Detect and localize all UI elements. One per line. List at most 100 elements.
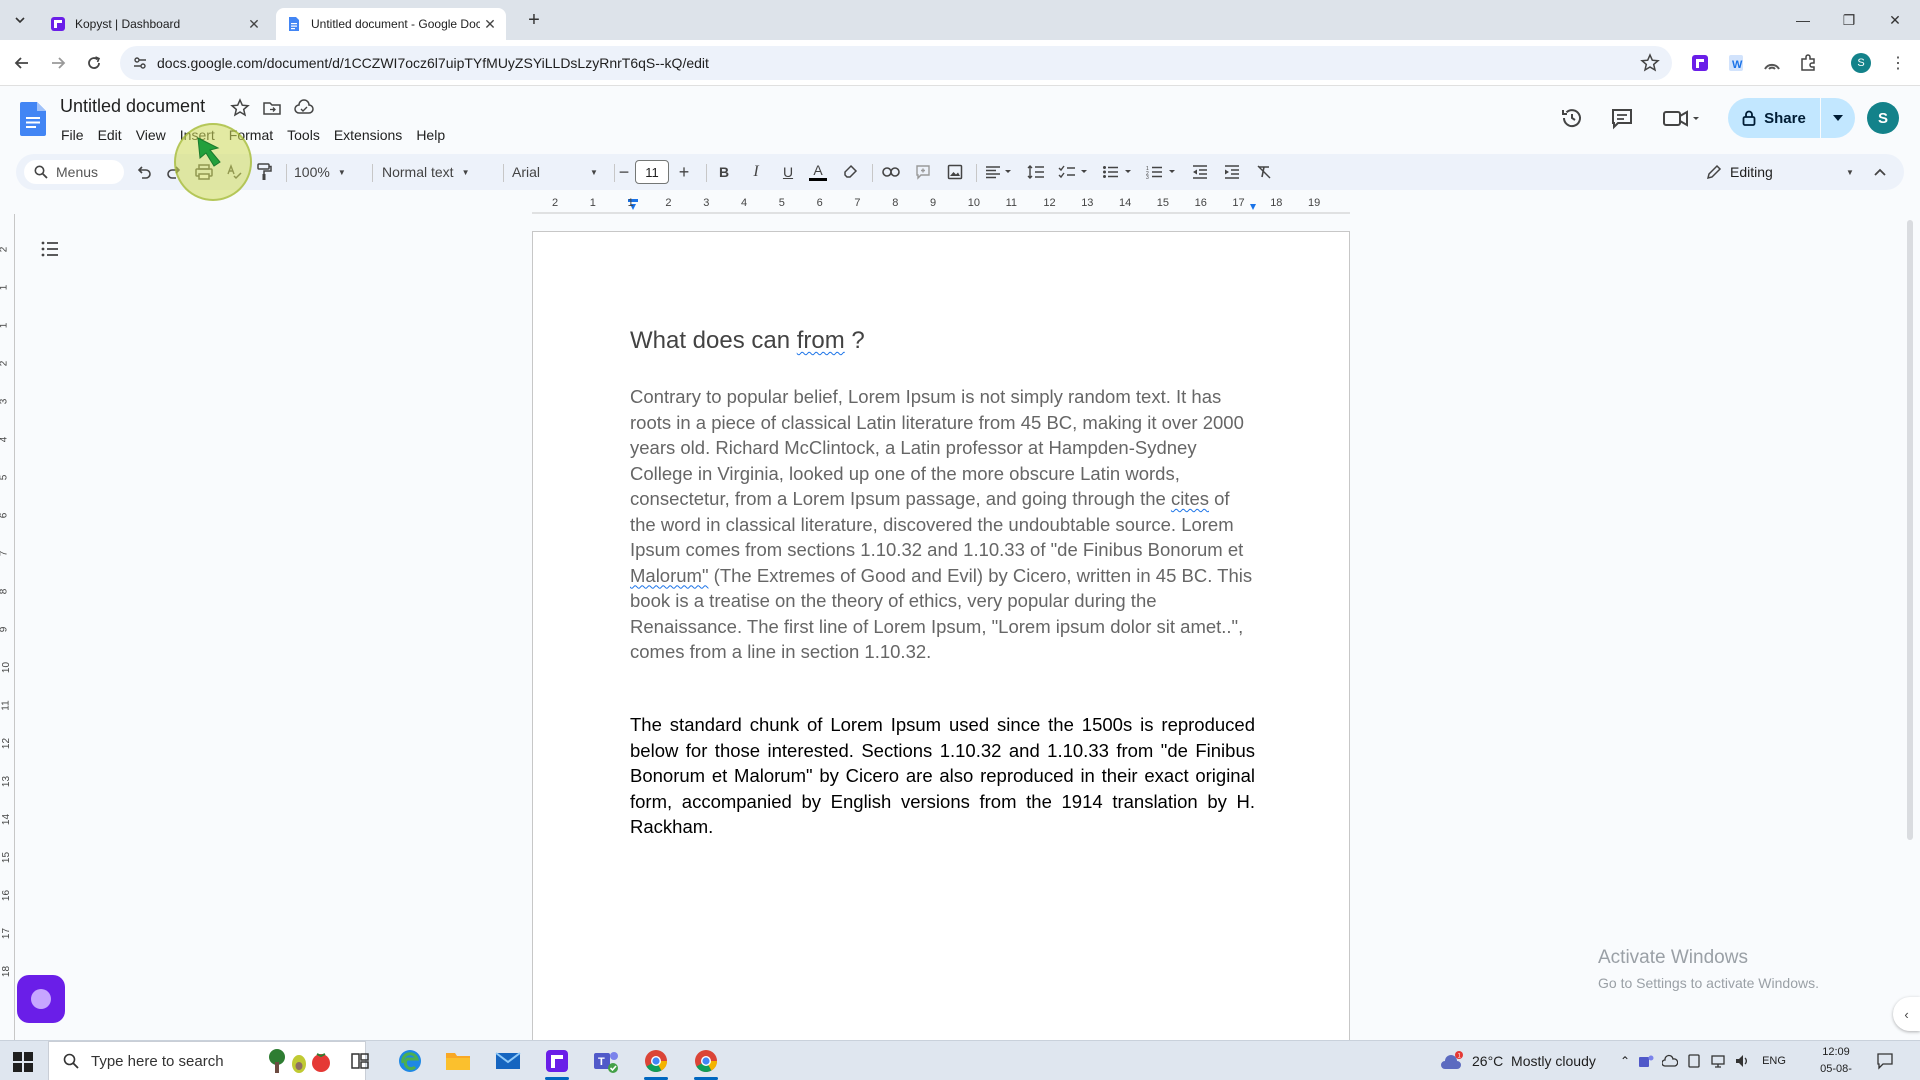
insert-link-button[interactable]: [878, 160, 904, 184]
search-menus-button[interactable]: Menus: [24, 160, 124, 184]
close-tab-icon[interactable]: ✕: [244, 14, 264, 34]
clear-formatting-button[interactable]: [1252, 160, 1276, 184]
text-color-button[interactable]: A: [806, 160, 830, 184]
kopyst-app[interactable]: [541, 1047, 573, 1080]
volume-icon[interactable]: [1734, 1053, 1750, 1069]
paragraph-2[interactable]: The standard chunk of Lorem Ipsum used s…: [630, 712, 1255, 840]
share-dropdown-button[interactable]: [1821, 98, 1855, 138]
search-icon: [63, 1053, 79, 1069]
font-family-select[interactable]: Arial ▼: [512, 160, 608, 184]
close-tab-icon[interactable]: ✕: [480, 14, 500, 34]
teams-app[interactable]: T: [590, 1047, 622, 1075]
site-info-icon[interactable]: [132, 55, 148, 71]
forward-button[interactable]: [46, 51, 70, 75]
bold-button[interactable]: B: [712, 160, 736, 184]
checklist-button[interactable]: [1056, 160, 1092, 184]
hide-menus-button[interactable]: [1868, 160, 1892, 184]
zoom-select[interactable]: 100% ▼: [294, 160, 364, 184]
minimize-button[interactable]: —: [1780, 0, 1826, 40]
misspelled-word[interactable]: from: [797, 327, 845, 354]
document-page[interactable]: What does can from ? Contrary to popular…: [532, 231, 1350, 1060]
tab-kopyst-dashboard[interactable]: Kopyst | Dashboard ✕: [40, 8, 270, 40]
underline-button[interactable]: U: [776, 160, 800, 184]
document-scrollbar[interactable]: [1907, 220, 1913, 840]
menu-help[interactable]: Help: [409, 124, 452, 146]
cloud-saved-icon[interactable]: [294, 98, 314, 118]
teams-tray-icon[interactable]: [1638, 1053, 1654, 1069]
numbered-list-button[interactable]: 123: [1144, 160, 1180, 184]
meet-video-icon[interactable]: [1660, 104, 1704, 132]
comments-icon[interactable]: [1608, 104, 1636, 132]
kopyst-widget-button[interactable]: [17, 975, 65, 1023]
paragraph-1[interactable]: Contrary to popular belief, Lorem Ipsum …: [630, 384, 1255, 665]
paragraph-style-select[interactable]: Normal text ▼: [382, 160, 494, 184]
restore-button[interactable]: ❐: [1826, 0, 1872, 40]
input-language[interactable]: ENG: [1762, 1055, 1786, 1067]
decrease-indent-button[interactable]: [1188, 160, 1212, 184]
address-bar[interactable]: docs.google.com/document/d/1CCZWI7ocz6l7…: [120, 46, 1672, 80]
editing-mode-select[interactable]: Editing ▼: [1706, 160, 1856, 184]
tab-search-button[interactable]: [8, 8, 32, 32]
side-panel-toggle[interactable]: ‹: [1893, 997, 1920, 1031]
bulleted-list-button[interactable]: [1100, 160, 1136, 184]
menu-tools[interactable]: Tools: [280, 124, 327, 146]
new-tab-button[interactable]: +: [520, 8, 548, 32]
onedrive-icon[interactable]: [1662, 1053, 1679, 1069]
line-spacing-button[interactable]: [1024, 160, 1048, 184]
paint-format-button[interactable]: [252, 160, 276, 184]
notifications-button[interactable]: [1876, 1041, 1894, 1080]
decrease-font-size-button[interactable]: −: [612, 160, 636, 184]
misspelled-word[interactable]: cites: [1171, 488, 1209, 509]
notification-icon: [1877, 1053, 1893, 1070]
network-icon[interactable]: [1710, 1053, 1726, 1069]
move-folder-icon[interactable]: [262, 98, 282, 118]
windows-start-icon[interactable]: [12, 1051, 34, 1073]
star-icon[interactable]: [230, 98, 250, 118]
add-comment-button[interactable]: [910, 160, 936, 184]
align-button[interactable]: [982, 160, 1016, 184]
taskbar-clock[interactable]: 12:09 05-08-2024: [1808, 1044, 1864, 1080]
kopyst-extension-icon[interactable]: [1690, 53, 1710, 73]
font-size-input[interactable]: 11: [635, 160, 669, 184]
tab-google-docs[interactable]: Untitled document - Google Docs ✕: [276, 8, 506, 40]
extension-arc-icon[interactable]: [1762, 53, 1782, 73]
browser-menu-icon[interactable]: ⋮: [1890, 53, 1906, 73]
italic-button[interactable]: I: [744, 160, 768, 184]
account-avatar[interactable]: S: [1867, 102, 1899, 134]
ruler-number: 12: [1043, 197, 1056, 209]
chrome-profile-app[interactable]: [690, 1047, 722, 1080]
document-title[interactable]: Untitled document: [60, 96, 205, 117]
document-heading[interactable]: What does can from ?: [630, 327, 865, 355]
document-outline-icon[interactable]: [38, 237, 64, 261]
bookmark-star-icon[interactable]: [1640, 53, 1660, 73]
taskbar-search-box[interactable]: Type here to search: [48, 1041, 366, 1080]
misspelled-word[interactable]: Malorum": [630, 565, 709, 586]
undo-button[interactable]: [132, 160, 156, 184]
back-button[interactable]: [10, 51, 34, 75]
task-view-button[interactable]: [344, 1047, 376, 1075]
chrome-app[interactable]: [640, 1047, 672, 1080]
weather-widget[interactable]: 1 26°C Mostly cloudy: [1440, 1041, 1602, 1080]
reload-button[interactable]: [82, 51, 106, 75]
share-button[interactable]: Share: [1728, 98, 1820, 138]
edge-app[interactable]: [394, 1047, 426, 1075]
insert-image-button[interactable]: [942, 160, 968, 184]
browser-profile-avatar[interactable]: S: [1851, 53, 1871, 73]
mail-app[interactable]: [492, 1047, 524, 1075]
increase-indent-button[interactable]: [1220, 160, 1244, 184]
extensions-puzzle-icon[interactable]: [1798, 53, 1818, 73]
highlight-color-button[interactable]: [838, 160, 862, 184]
file-explorer-app[interactable]: [442, 1047, 474, 1075]
show-hidden-icons[interactable]: ⌃: [1620, 1054, 1630, 1068]
menu-view[interactable]: View: [129, 124, 173, 146]
close-window-button[interactable]: ✕: [1872, 0, 1918, 40]
menu-extensions[interactable]: Extensions: [327, 124, 409, 146]
menu-edit[interactable]: Edit: [91, 124, 129, 146]
google-docs-logo-icon[interactable]: [20, 102, 46, 136]
menu-file[interactable]: File: [54, 124, 91, 146]
increase-font-size-button[interactable]: +: [672, 160, 696, 184]
vertical-ruler[interactable]: 21123456789101112131415161718: [0, 214, 18, 1048]
printer-tray-icon[interactable]: [1686, 1053, 1702, 1069]
word-extension-icon[interactable]: W: [1726, 53, 1746, 73]
version-history-icon[interactable]: [1558, 104, 1586, 132]
